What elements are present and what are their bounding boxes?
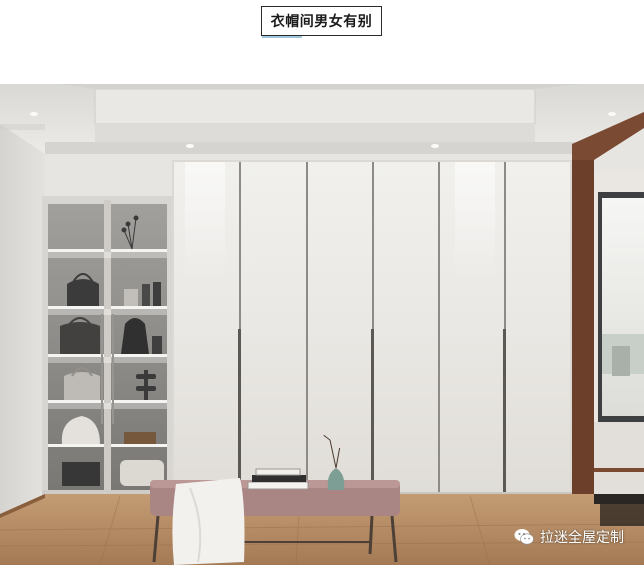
door-handle bbox=[503, 329, 506, 494]
wardrobe-door bbox=[374, 162, 438, 492]
watermark: 拉迷全屋定制 bbox=[514, 527, 624, 547]
ceiling-light bbox=[431, 144, 439, 148]
wechat-icon bbox=[514, 529, 534, 545]
ceiling-light bbox=[30, 112, 38, 116]
wardrobe-doors bbox=[172, 160, 572, 496]
glass-display-cabinet bbox=[42, 196, 172, 496]
books bbox=[255, 468, 301, 476]
walk-in-closet-photo: 拉迷全屋定制 bbox=[0, 84, 644, 565]
page: 衣帽间男女有别 拉迷全屋定制 bbox=[0, 0, 644, 565]
caption-title: 衣帽间男女有别 bbox=[261, 6, 382, 36]
books bbox=[247, 481, 309, 490]
books bbox=[252, 475, 306, 482]
closet-illustration bbox=[0, 84, 644, 565]
ceiling-light bbox=[186, 144, 194, 148]
ceiling-light bbox=[608, 112, 616, 116]
watermark-text: 拉迷全屋定制 bbox=[540, 530, 624, 546]
caption-underline bbox=[262, 36, 302, 38]
wardrobe-door bbox=[506, 162, 570, 492]
door-handle bbox=[238, 329, 241, 494]
throw-blanket bbox=[172, 478, 245, 565]
door-handle bbox=[371, 329, 374, 494]
wardrobe-door bbox=[308, 162, 372, 492]
wardrobe-door bbox=[241, 162, 306, 492]
